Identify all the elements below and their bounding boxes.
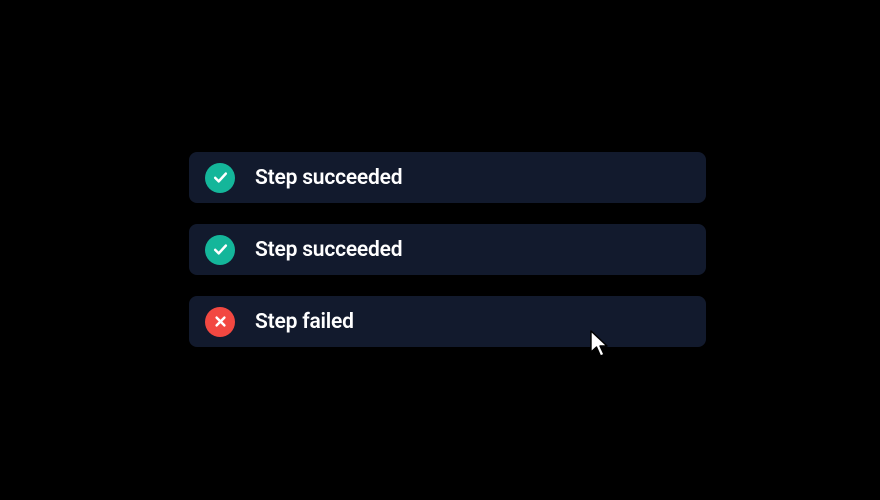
steps-list: Step succeeded Step succeeded Step faile… (189, 152, 706, 347)
step-label: Step failed (255, 310, 354, 334)
check-icon (205, 163, 235, 193)
step-label: Step succeeded (255, 166, 402, 190)
x-icon (205, 307, 235, 337)
step-label: Step succeeded (255, 238, 402, 262)
check-icon (205, 235, 235, 265)
step-item[interactable]: Step failed (189, 296, 706, 347)
step-item[interactable]: Step succeeded (189, 152, 706, 203)
step-item[interactable]: Step succeeded (189, 224, 706, 275)
